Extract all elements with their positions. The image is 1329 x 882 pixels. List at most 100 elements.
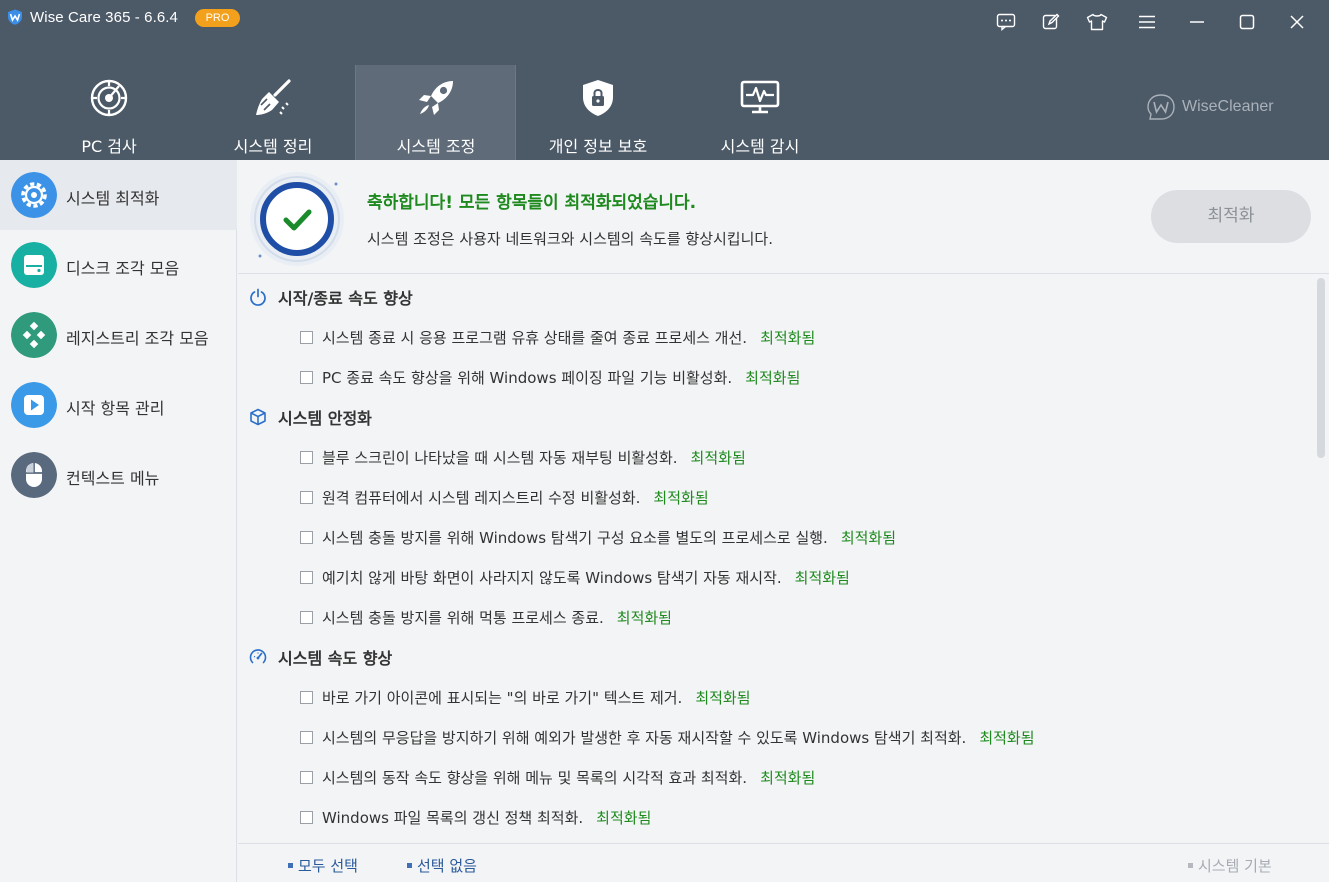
broom-icon bbox=[256, 79, 291, 115]
optimization-list: 시작/종료 속도 향상 시스템 종료 시 응용 프로그램 유휴 상태를 줄여 종… bbox=[238, 275, 1329, 843]
item-text: 바로 가기 아이콘에 표시되는 "의 바로 가기" 텍스트 제거. bbox=[322, 688, 683, 707]
item-checkbox[interactable] bbox=[300, 730, 313, 744]
select-all-link[interactable]: 모두 선택 bbox=[288, 855, 358, 876]
item-text: 시스템 충돌 방지를 위해 먹통 프로세스 종료. bbox=[322, 608, 604, 627]
item-checkbox[interactable] bbox=[300, 450, 313, 464]
tab-system-tuneup[interactable]: 시스템 조정 bbox=[356, 65, 516, 160]
item-checkbox[interactable] bbox=[300, 770, 313, 784]
item-status: 최적화됨 bbox=[979, 728, 1035, 747]
tab-system-cleanup[interactable]: 시스템 정리 bbox=[193, 65, 353, 160]
item-checkbox[interactable] bbox=[300, 610, 313, 624]
pro-badge: PRO bbox=[195, 9, 240, 27]
item-checkbox[interactable] bbox=[300, 490, 313, 504]
item-status: 최적화됨 bbox=[794, 568, 850, 587]
main-panel: 축하합니다! 모든 항목들이 최적화되었습니다. 시스템 조정은 사용자 네트워… bbox=[238, 160, 1329, 882]
item-status: 최적화됨 bbox=[745, 368, 801, 387]
sidebar-item-registry-defrag[interactable]: 레지스트리 조각 모음 bbox=[0, 300, 237, 370]
item-status: 최적화됨 bbox=[690, 448, 746, 467]
skin-icon[interactable] bbox=[1086, 11, 1108, 33]
tab-label: 개인 정보 보호 bbox=[548, 137, 648, 156]
select-none-link[interactable]: 선택 없음 bbox=[407, 855, 477, 876]
list-item: 예기치 않게 바탕 화면이 사라지지 않도록 Windows 탐색기 자동 재시… bbox=[300, 566, 850, 588]
item-checkbox[interactable] bbox=[300, 570, 313, 584]
maximize-icon[interactable] bbox=[1236, 11, 1258, 33]
item-text: 시스템 종료 시 응용 프로그램 유휴 상태를 줄여 종료 프로세스 개선. bbox=[322, 328, 748, 347]
sidebar-item-disk-defrag[interactable]: 디스크 조각 모음 bbox=[0, 230, 237, 300]
item-status: 최적화됨 bbox=[596, 808, 652, 827]
speedometer-icon bbox=[249, 649, 267, 664]
list-item: 블루 스크린이 나타났을 때 시스템 자동 재부팅 비활성화. 최적화됨 bbox=[300, 446, 746, 468]
item-text: 블루 스크린이 나타났을 때 시스템 자동 재부팅 비활성화. bbox=[322, 448, 678, 467]
brand[interactable]: WiseCleaner bbox=[1146, 93, 1274, 121]
optimize-button[interactable]: 최적화 bbox=[1151, 190, 1311, 243]
item-checkbox[interactable] bbox=[300, 530, 313, 544]
tab-label: 시스템 감시 bbox=[720, 137, 800, 156]
list-item: 시스템의 무응답을 방지하기 위해 예외가 발생한 후 자동 재시작할 수 있도… bbox=[300, 726, 1035, 748]
item-text: 시스템의 동작 속도 향상을 위해 메뉴 및 목록의 시각적 효과 최적화. bbox=[322, 768, 748, 787]
item-checkbox[interactable] bbox=[300, 330, 313, 344]
list-item: 시스템 충돌 방지를 위해 먹통 프로세스 종료. 최적화됨 bbox=[300, 606, 672, 628]
brand-name: WiseCleaner bbox=[1182, 98, 1274, 115]
startup-icon bbox=[11, 382, 57, 428]
item-text: 시스템 충돌 방지를 위해 Windows 탐색기 구성 요소를 별도의 프로세… bbox=[322, 528, 828, 547]
item-text: 시스템의 무응답을 방지하기 위해 예외가 발생한 후 자동 재시작할 수 있도… bbox=[322, 728, 967, 747]
bullet bbox=[407, 863, 412, 868]
tab-system-monitor[interactable]: 시스템 감시 bbox=[680, 65, 840, 160]
rocket-icon bbox=[419, 81, 453, 115]
section-startup-shutdown: 시작/종료 속도 향상 bbox=[249, 285, 413, 309]
status-banner: 축하합니다! 모든 항목들이 최적화되었습니다. 시스템 조정은 사용자 네트워… bbox=[238, 160, 1329, 274]
list-item: 시스템 충돌 방지를 위해 Windows 탐색기 구성 요소를 별도의 프로세… bbox=[300, 526, 896, 548]
item-checkbox[interactable] bbox=[300, 370, 313, 384]
item-text: 원격 컴퓨터에서 시스템 레지스트리 수정 비활성화. bbox=[322, 488, 641, 507]
edit-icon[interactable] bbox=[1040, 11, 1062, 33]
item-text: 예기치 않게 바탕 화면이 사라지지 않도록 Windows 탐색기 자동 재시… bbox=[322, 568, 782, 587]
sidebar-item-context-menu[interactable]: 컨텍스트 메뉴 bbox=[0, 440, 237, 510]
close-icon[interactable] bbox=[1286, 11, 1308, 33]
sidebar-item-label: 시스템 최적화 bbox=[66, 189, 160, 208]
power-icon bbox=[250, 288, 266, 306]
tab-divider bbox=[515, 65, 516, 160]
tab-label: 시스템 정리 bbox=[233, 137, 313, 156]
list-item: Windows 파일 목록의 갱신 정책 최적화. 최적화됨 bbox=[300, 806, 651, 828]
sidebar: 시스템 최적화 디스크 조각 모음 레지스트리 조각 모음 시작 항목 관리 컨… bbox=[0, 160, 237, 882]
sidebar-item-label: 디스크 조각 모음 bbox=[66, 259, 180, 278]
item-status: 최적화됨 bbox=[695, 688, 751, 707]
section-title: 시스템 속도 향상 bbox=[278, 649, 393, 668]
shield-lock-icon bbox=[583, 80, 613, 116]
bullet bbox=[1188, 863, 1193, 868]
tab-label: 시스템 조정 bbox=[396, 137, 476, 156]
feedback-icon[interactable] bbox=[995, 11, 1017, 33]
tab-privacy[interactable]: 개인 정보 보호 bbox=[518, 65, 678, 160]
list-item: 시스템의 동작 속도 향상을 위해 메뉴 및 목록의 시각적 효과 최적화. 최… bbox=[300, 766, 815, 788]
radar-icon bbox=[90, 79, 128, 117]
item-status: 최적화됨 bbox=[840, 528, 897, 547]
disk-icon bbox=[11, 242, 57, 288]
select-all-label: 모두 선택 bbox=[298, 857, 358, 875]
item-status: 최적화됨 bbox=[760, 328, 816, 347]
mouse-icon bbox=[11, 452, 57, 498]
list-scrollbar[interactable] bbox=[1317, 278, 1325, 458]
footer-bar: 모두 선택 선택 없음 시스템 기본 bbox=[238, 843, 1329, 882]
system-default-link[interactable]: 시스템 기본 bbox=[1188, 855, 1272, 876]
tab-label: PC 검사 bbox=[81, 137, 137, 156]
app-title: Wise Care 365 - 6.6.4 bbox=[30, 9, 178, 26]
monitor-pulse-icon bbox=[740, 80, 780, 114]
section-system-speed: 시스템 속도 향상 bbox=[249, 645, 392, 669]
tab-pc-scan[interactable]: PC 검사 bbox=[29, 65, 189, 160]
menu-icon[interactable] bbox=[1136, 11, 1158, 33]
item-checkbox[interactable] bbox=[300, 690, 313, 704]
minimize-icon[interactable] bbox=[1186, 11, 1208, 33]
wisecleaner-logo-icon bbox=[1147, 94, 1175, 120]
item-status: 최적화됨 bbox=[653, 488, 709, 507]
section-title: 시스템 안정화 bbox=[278, 409, 372, 428]
item-status: 최적화됨 bbox=[616, 608, 672, 627]
sidebar-item-startup-manager[interactable]: 시작 항목 관리 bbox=[0, 370, 237, 440]
select-none-label: 선택 없음 bbox=[417, 857, 477, 875]
gear-icon bbox=[11, 172, 57, 218]
sidebar-item-system-optimization[interactable]: 시스템 최적화 bbox=[0, 160, 237, 230]
banner-title: 축하합니다! 모든 항목들이 최적화되었습니다. bbox=[367, 193, 697, 213]
item-checkbox[interactable] bbox=[300, 810, 313, 824]
cube-icon bbox=[250, 408, 266, 426]
title-bar[interactable]: Wise Care 365 - 6.6.4 PRO bbox=[0, 0, 1329, 42]
app-logo-icon bbox=[8, 9, 22, 25]
